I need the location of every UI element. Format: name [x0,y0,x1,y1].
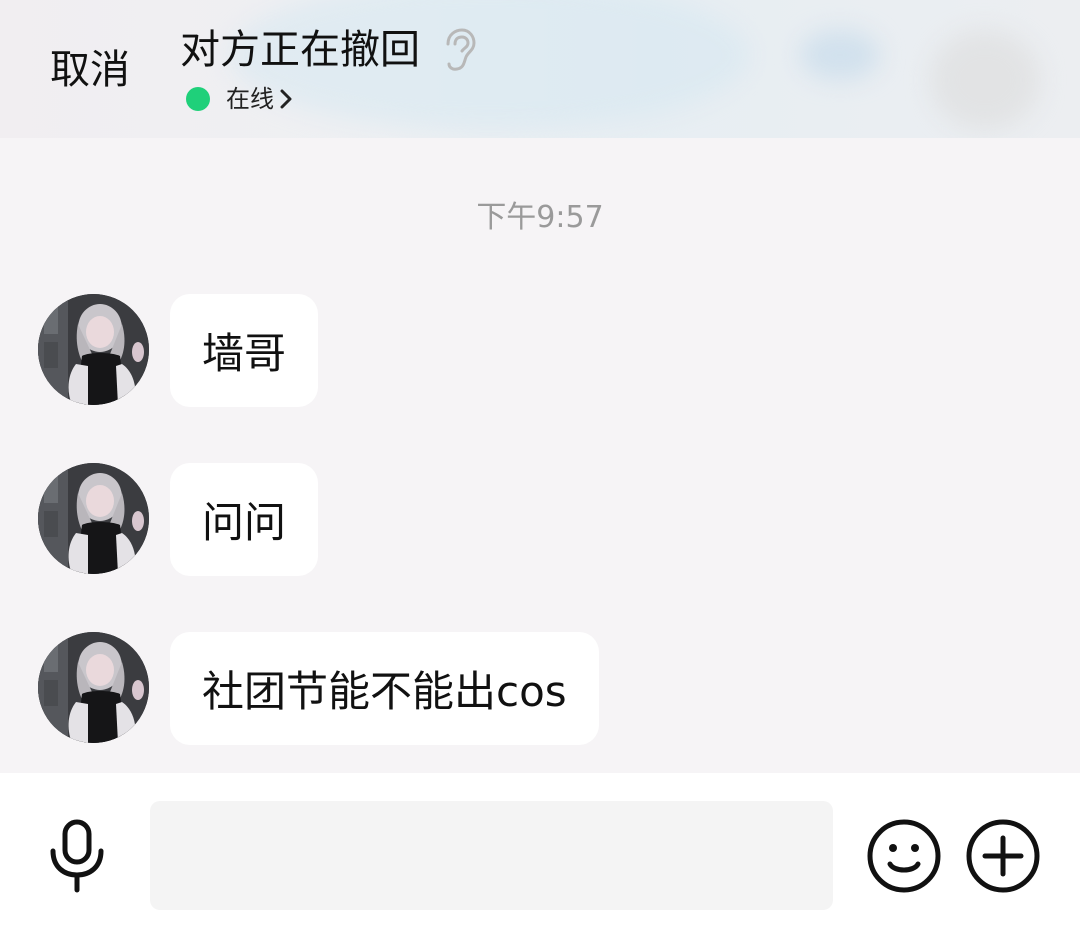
online-dot-icon [186,87,210,111]
message-timestamp: 下午9:57 [476,200,604,235]
chat-header: 取消 对方正在撤回 在线 [0,0,1080,138]
message-bubble[interactable]: 墙哥 [170,294,319,407]
avatar[interactable] [38,294,149,405]
ear-icon[interactable] [440,28,476,72]
cancel-button[interactable]: 取消 [50,44,130,96]
microphone-icon[interactable] [46,819,108,893]
avatar[interactable] [38,632,149,743]
chat-title: 对方正在撤回 [180,27,420,73]
message-row: 墙哥 [38,294,319,407]
avatar[interactable] [38,463,149,574]
header-background-decoration [800,30,880,80]
message-input[interactable] [150,801,833,910]
chat-title-row: 对方正在撤回 [180,24,476,76]
online-status[interactable]: 在线 [186,84,292,114]
message-bubble[interactable]: 问问 [170,463,319,576]
message-bubble[interactable]: 社团节能不能出cos [170,632,599,745]
plus-icon[interactable] [965,818,1041,894]
online-status-label: 在线 [226,85,274,113]
message-row: 问问 [38,463,319,576]
header-background-decoration [930,30,1040,130]
message-row: 社团节能不能出cos [38,632,599,745]
chevron-right-icon [280,88,292,110]
emoji-icon[interactable] [866,818,942,894]
